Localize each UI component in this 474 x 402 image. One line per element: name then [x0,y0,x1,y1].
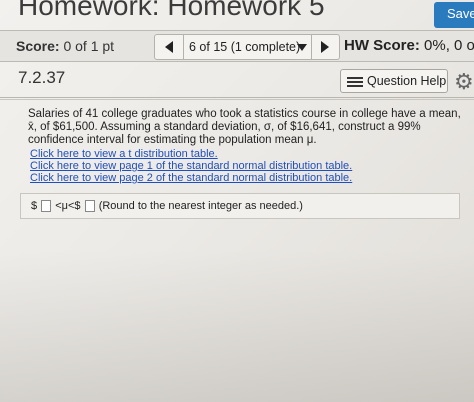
dollar-sign: $ [31,200,38,213]
lower-bound-input[interactable] [41,200,52,213]
problem-text: Salaries of 41 college graduates who too… [28,108,461,146]
title-bar: Homework: Homework 5 Save [0,0,474,28]
score-value: 0 of 1 pt [59,38,115,54]
normal-table-page-2-link[interactable]: Click here to view page 2 of the standar… [30,172,450,184]
interval-symbols: <μ<$ [55,200,81,213]
question-selector: 6 of 15 (1 complete) [154,34,340,60]
page: Homework: Homework 5 Save Score: 0 of 1 … [0,0,474,402]
divider [183,35,184,59]
list-icon [347,77,363,88]
homework-title: Homework: Homework 5 [18,0,325,21]
answer-row: $ <μ<$ (Round to the nearest integer as … [31,200,303,213]
t-distribution-link[interactable]: Click here to view a t distribution tabl… [30,148,450,160]
divider [311,35,312,59]
score-label: Score: [16,38,60,54]
gear-icon[interactable]: ⚙ [454,71,474,93]
question-header: 7.2.37 Question Help ⚙ [0,62,474,98]
question-help-label: Question Help [367,74,447,88]
save-button[interactable]: Save [434,2,474,28]
answer-area: $ <μ<$ (Round to the nearest integer as … [20,193,460,219]
next-question-icon[interactable] [321,41,329,53]
question-position[interactable]: 6 of 15 (1 complete) [189,40,300,54]
normal-table-page-1-link[interactable]: Click here to view page 1 of the standar… [30,160,450,172]
question-nav-bar: Score: 0 of 1 pt 6 of 15 (1 complete) HW… [0,30,474,62]
hw-score-value: 0%, 0 of .. [424,37,474,54]
chevron-down-icon[interactable] [297,44,307,51]
rounding-instruction: (Round to the nearest integer as needed.… [98,200,303,213]
question-number: 7.2.37 [18,68,66,87]
previous-question-icon[interactable] [165,41,173,53]
question-help-button[interactable]: Question Help [340,69,448,93]
hw-score-label: HW Score: [344,37,420,54]
reference-links: Click here to view a t distribution tabl… [30,148,450,184]
shadow-overlay [0,250,474,402]
hw-score-display: HW Score: 0%, 0 of .. [344,37,474,54]
score-display: Score: 0 of 1 pt [16,38,114,54]
upper-bound-input[interactable] [84,200,95,213]
